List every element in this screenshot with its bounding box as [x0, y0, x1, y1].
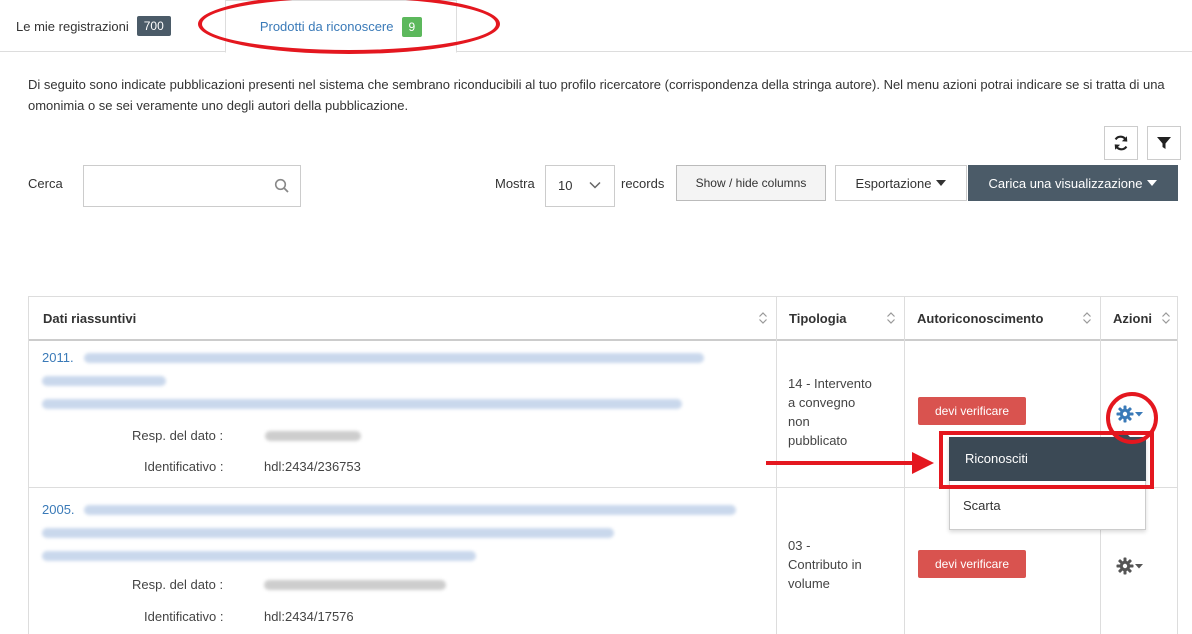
header-label: Azioni [1113, 310, 1152, 326]
show-label: Mostra [495, 176, 535, 191]
caret-down-icon [1147, 180, 1158, 186]
search-label: Cerca [28, 176, 63, 191]
chevron-down-icon [588, 178, 602, 195]
header-autoriconoscimento[interactable]: Autoriconoscimento [905, 297, 1100, 341]
identifier-value: hdl:2434/17576 [264, 609, 354, 624]
identifier-value: hdl:2434/236753 [264, 459, 361, 474]
header-label: Autoriconoscimento [917, 310, 1044, 326]
gear-icon [1116, 557, 1143, 575]
export-label: Esportazione [855, 175, 932, 191]
refresh-button[interactable] [1104, 126, 1138, 160]
tab-prodotti-da-riconoscere[interactable]: Prodotti da riconoscere 9 [225, 0, 457, 53]
header-azioni[interactable]: Azioni [1101, 297, 1177, 341]
tab-label: Prodotti da riconoscere [259, 19, 394, 34]
page-length-value: 10 [558, 178, 573, 193]
column-divider [904, 297, 905, 634]
count-badge: 9 [401, 16, 423, 37]
refresh-icon [1114, 135, 1128, 151]
header-label: Tipologia [789, 310, 847, 326]
dropdown-notch [1116, 430, 1130, 437]
arrow-right-icon [912, 452, 934, 474]
resp-label: Resp. del dato : [132, 428, 224, 443]
actions-menu-button[interactable] [1116, 404, 1144, 424]
header-tipologia[interactable]: Tipologia [777, 297, 904, 341]
sort-icon [886, 311, 896, 328]
resp-label: Resp. del dato : [132, 577, 224, 592]
tipologia-cell: 14 - Intervento a convegno non pubblicat… [788, 374, 872, 450]
filter-button[interactable] [1147, 126, 1181, 160]
tab-le-mie-registrazioni[interactable]: Le mie registrazioni 700 [16, 0, 208, 52]
identifier-label: Identificativo : [144, 609, 224, 624]
caret-down-icon [936, 180, 947, 186]
page-length-select[interactable]: 10 [545, 165, 615, 207]
actions-menu-button[interactable] [1116, 556, 1144, 576]
column-divider [776, 297, 777, 634]
publication-title-blurred[interactable] [42, 528, 614, 538]
export-button[interactable]: Esportazione [835, 165, 967, 201]
header-dati-riassuntivi[interactable]: Dati riassuntivi [29, 297, 776, 341]
identifier-label: Identificativo : [144, 459, 224, 474]
publication-title-blurred[interactable] [84, 353, 704, 363]
sort-icon [1082, 311, 1092, 328]
tab-label: Le mie registrazioni [16, 18, 129, 34]
publication-title-blurred[interactable] [84, 505, 736, 515]
filter-icon [1157, 137, 1171, 149]
load-view-button[interactable]: Carica una visualizzazione [968, 165, 1178, 201]
records-label: records [621, 176, 665, 191]
header-label: Dati riassuntivi [43, 310, 137, 326]
count-badge: 700 [136, 16, 171, 36]
show-hide-columns-button[interactable]: Show / hide columns [676, 165, 826, 201]
status-badge: devi verificare [918, 397, 1026, 425]
publication-authors-blurred [42, 551, 476, 561]
publication-authors-blurred [42, 399, 682, 409]
publication-title-blurred[interactable] [42, 376, 166, 386]
search-icon [274, 178, 290, 197]
publication-year-link[interactable]: 2005. [42, 502, 75, 517]
tipologia-line: pubblicato [788, 433, 848, 448]
tipologia-line: Contributo in [788, 557, 862, 572]
tipologia-line: a convegno [788, 395, 856, 410]
tipologia-line: 14 - Intervento [788, 376, 872, 391]
menu-item-scarta[interactable]: Scarta [963, 498, 1001, 513]
tipologia-line: non [788, 414, 810, 429]
menu-item-riconosciti[interactable]: Riconosciti [949, 437, 1146, 481]
intro-text: Di seguito sono indicate pubblicazioni p… [28, 77, 1165, 113]
resp-value-blurred [264, 580, 446, 590]
annotation-arrow [766, 461, 916, 465]
tipologia-line: 03 - [788, 538, 811, 553]
status-badge: devi verificare [918, 550, 1026, 578]
publication-year-link[interactable]: 2011. [42, 350, 74, 365]
gear-icon [1116, 405, 1143, 423]
search-input[interactable] [83, 165, 301, 207]
sort-icon [1161, 311, 1171, 328]
resp-value-blurred [265, 431, 361, 441]
tipologia-cell: 03 - Contributo in volume [788, 536, 862, 593]
sort-icon [758, 311, 768, 328]
load-view-label: Carica una visualizzazione [988, 175, 1143, 191]
tipologia-line: volume [788, 576, 830, 591]
